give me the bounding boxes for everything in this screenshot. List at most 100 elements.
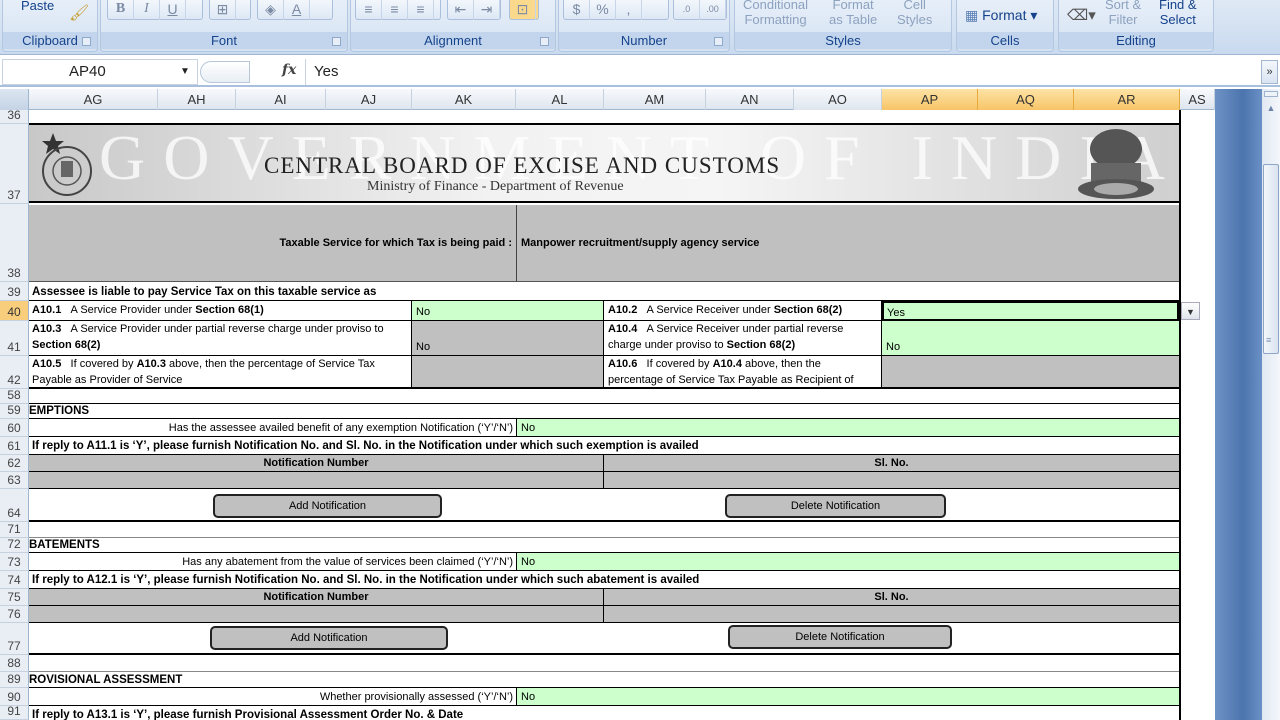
cell-styles-button[interactable]: Cell Styles: [897, 0, 932, 27]
column-header-ai[interactable]: AI: [236, 89, 326, 110]
column-header-aj[interactable]: AJ: [326, 89, 412, 110]
insert-function-icon[interactable]: fx: [282, 62, 296, 78]
exemption-value[interactable]: No: [517, 419, 1179, 437]
bold-button[interactable]: B: [108, 0, 134, 20]
format-button[interactable]: ▦ Format ▾: [965, 8, 1037, 23]
column-header-am[interactable]: AM: [604, 89, 706, 110]
row-header-59[interactable]: 59: [0, 403, 29, 419]
row-header-63[interactable]: 63: [0, 472, 29, 489]
format-as-table-button[interactable]: Format as Table: [829, 0, 877, 27]
decrease-indent-icon[interactable]: ⇤: [448, 0, 474, 20]
align-left-icon[interactable]: ≡: [356, 0, 382, 20]
column-header-al[interactable]: AL: [516, 89, 604, 110]
row-header-41[interactable]: 41: [0, 321, 29, 356]
a10-6-value[interactable]: [882, 356, 1179, 389]
row-header-40[interactable]: 40: [0, 301, 29, 321]
find-select-button[interactable]: Find & Select: [1159, 0, 1197, 27]
a10-2-value-selected[interactable]: Yes: [882, 301, 1179, 321]
a10-2-dropdown-icon[interactable]: ▼: [1181, 302, 1200, 320]
row-header-91[interactable]: 91: [0, 704, 29, 720]
row-header-36[interactable]: 36: [0, 108, 29, 124]
format-painter-icon[interactable]: 🖌: [69, 6, 89, 22]
provisional-value[interactable]: No: [517, 688, 1179, 706]
a10-5-value[interactable]: [412, 356, 604, 389]
align-right-icon[interactable]: ≡: [408, 0, 434, 20]
exemption-add-notification-button[interactable]: Add Notification: [213, 494, 442, 518]
row-header-62[interactable]: 62: [0, 455, 29, 472]
abatement-delete-notification-button[interactable]: Delete Notification: [728, 625, 952, 649]
borders-button[interactable]: ⊞: [209, 0, 251, 20]
vertical-scrollbar[interactable]: ▲ ≡: [1262, 89, 1280, 720]
name-box-dropdown-icon[interactable]: ▼: [180, 66, 190, 77]
column-header-ag[interactable]: AG: [29, 89, 158, 110]
row-header-58[interactable]: 58: [0, 388, 29, 404]
align-center-icon[interactable]: ≡: [382, 0, 408, 20]
clear-eraser-icon[interactable]: ⌫▾: [1067, 8, 1096, 23]
exemption-col-notification-number: Notification Number: [29, 455, 604, 472]
row-header-89[interactable]: 89: [0, 672, 29, 688]
alignment-launcher-icon[interactable]: [540, 37, 549, 46]
row-header-61[interactable]: 61: [0, 437, 29, 455]
column-header-aq[interactable]: AQ: [978, 89, 1074, 110]
sort-filter-button[interactable]: Sort & Filter: [1105, 0, 1141, 27]
row-header-42[interactable]: 42: [0, 356, 29, 389]
fill-color-icon[interactable]: ◈: [258, 0, 284, 20]
row-header-74[interactable]: 74: [0, 571, 29, 589]
row-header-73[interactable]: 73: [0, 553, 29, 571]
italic-button[interactable]: I: [134, 0, 160, 20]
scrollbar-thumb[interactable]: [1263, 164, 1279, 354]
formula-input[interactable]: Yes: [305, 59, 1260, 85]
paste-button[interactable]: Paste: [21, 0, 54, 13]
decrease-decimal-icon[interactable]: .00: [700, 0, 726, 20]
a10-3-value[interactable]: No: [412, 321, 604, 356]
abatement-sl-no-input[interactable]: [604, 606, 1179, 623]
increase-decimal-icon[interactable]: .0: [674, 0, 700, 20]
banner: GOVERNMENT OF INDIA CENTRAL BOARD OF EXC…: [29, 125, 1179, 203]
merge-center-button[interactable]: ⊡: [509, 0, 539, 20]
comma-button[interactable]: ,: [616, 0, 642, 20]
scroll-up-icon[interactable]: ▲: [1264, 101, 1278, 115]
row-header-60[interactable]: 60: [0, 419, 29, 437]
clipboard-launcher-icon[interactable]: [82, 37, 91, 46]
row-header-76[interactable]: 76: [0, 606, 29, 623]
abatements-heading: BATEMENTS: [29, 538, 1179, 553]
column-header-ap[interactable]: AP: [882, 89, 978, 110]
select-all-button[interactable]: [0, 89, 29, 110]
column-header-ao[interactable]: AO: [794, 89, 882, 110]
row-header-39[interactable]: 39: [0, 282, 29, 301]
a10-4-value[interactable]: No: [882, 321, 1179, 356]
number-launcher-icon[interactable]: [714, 37, 723, 46]
abatement-value[interactable]: No: [517, 553, 1179, 571]
row-header-64[interactable]: 64: [0, 489, 29, 522]
name-box[interactable]: AP40: [2, 59, 198, 85]
underline-button[interactable]: U: [160, 0, 186, 20]
exemption-notification-input[interactable]: [29, 472, 604, 489]
exemption-sl-no-input[interactable]: [604, 472, 1179, 489]
row-header-88[interactable]: 88: [0, 655, 29, 672]
currency-button[interactable]: $: [564, 0, 590, 20]
font-color-icon[interactable]: A: [284, 0, 310, 20]
row-header-72[interactable]: 72: [0, 537, 29, 553]
row-header-77[interactable]: 77: [0, 623, 29, 655]
exemption-delete-notification-button[interactable]: Delete Notification: [725, 494, 946, 518]
row-header-75[interactable]: 75: [0, 589, 29, 606]
row-header-71[interactable]: 71: [0, 522, 29, 538]
column-header-as[interactable]: AS: [1180, 89, 1215, 110]
split-box[interactable]: [1264, 91, 1278, 97]
abatement-add-notification-button[interactable]: Add Notification: [210, 626, 448, 650]
expand-formula-bar-icon[interactable]: »: [1261, 60, 1278, 84]
font-launcher-icon[interactable]: [332, 37, 341, 46]
column-header-ah[interactable]: AH: [158, 89, 236, 110]
column-header-ak[interactable]: AK: [412, 89, 516, 110]
column-header-ar[interactable]: AR: [1074, 89, 1180, 110]
formula-bar-handle[interactable]: [200, 61, 250, 83]
row-header-37[interactable]: 37: [0, 124, 29, 204]
a10-1-value[interactable]: No: [412, 301, 604, 321]
conditional-formatting-button[interactable]: Conditional Formatting: [743, 0, 808, 27]
column-header-an[interactable]: AN: [706, 89, 794, 110]
row-header-38[interactable]: 38: [0, 204, 29, 282]
taxable-service-value-cell[interactable]: Manpower recruitment/supply agency servi…: [517, 205, 1179, 282]
abatement-notification-input[interactable]: [29, 606, 604, 623]
percent-button[interactable]: %: [590, 0, 616, 20]
increase-indent-icon[interactable]: ⇥: [474, 0, 500, 20]
